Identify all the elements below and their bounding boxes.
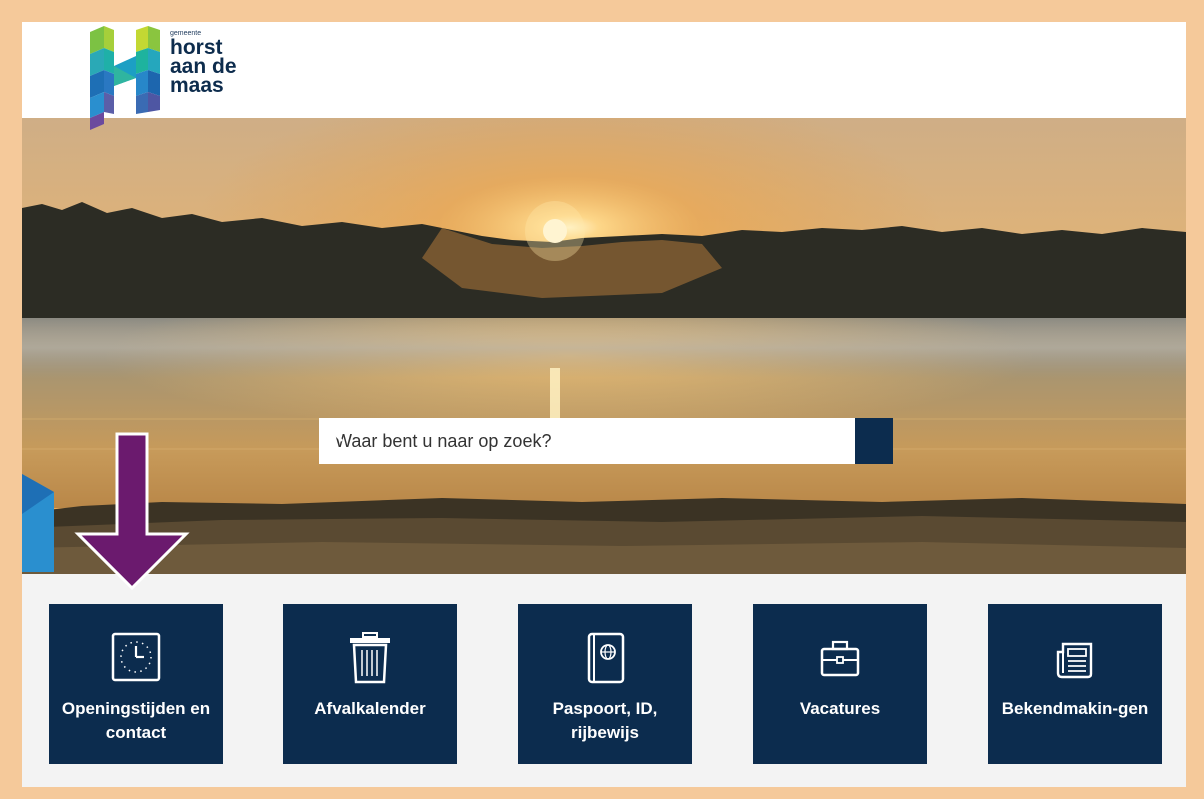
- search-icon: [320, 419, 343, 442]
- tile-afvalkalender[interactable]: Afvalkalender: [283, 604, 457, 764]
- tile-paspoort[interactable]: Paspoort, ID, rijbewijs: [518, 604, 692, 764]
- clock-icon: [111, 632, 161, 682]
- tile-bekendmakingen[interactable]: Bekendmakin-gen: [988, 604, 1162, 764]
- search-input[interactable]: Waar bent u naar op zoek?: [319, 418, 855, 464]
- tile-openingstijden[interactable]: Openingstijden en contact: [49, 604, 223, 764]
- hero-image: Waar bent u naar op zoek?: [22, 118, 1186, 574]
- newspaper-icon: [1056, 642, 1093, 679]
- briefcase-icon: [820, 640, 860, 677]
- page-frame: gemeente horst aan de maas Waar bent u n…: [22, 22, 1186, 787]
- tile-label: Vacatures: [799, 699, 881, 718]
- tile-label: Bekendmakin-gen: [1001, 699, 1149, 718]
- tile-label: Paspoort, ID, rijbewijs: [552, 699, 658, 742]
- logo-wordmark[interactable]: gemeente horst aan de maas: [170, 30, 237, 97]
- logo-line-3: maas: [170, 74, 224, 97]
- search-button[interactable]: [320, 418, 893, 464]
- side-feedback-tab[interactable]: [22, 474, 54, 572]
- tile-label: Afvalkalender: [314, 699, 426, 718]
- horst-aan-de-maas-logo-icon[interactable]: [90, 26, 160, 130]
- tile-label: Openingstijden en contact: [61, 699, 211, 742]
- search-bar: Waar bent u naar op zoek?: [319, 418, 893, 464]
- trash-icon: [350, 632, 390, 684]
- annotation-arrow-icon: [74, 432, 190, 591]
- passport-icon: [587, 632, 625, 684]
- tile-vacatures[interactable]: Vacatures: [753, 604, 927, 764]
- sunrise-lake-image: [22, 118, 1186, 574]
- quick-links: Openingstijden en contact Afvalkalender: [49, 604, 1163, 764]
- search-placeholder: Waar bent u naar op zoek?: [335, 430, 552, 451]
